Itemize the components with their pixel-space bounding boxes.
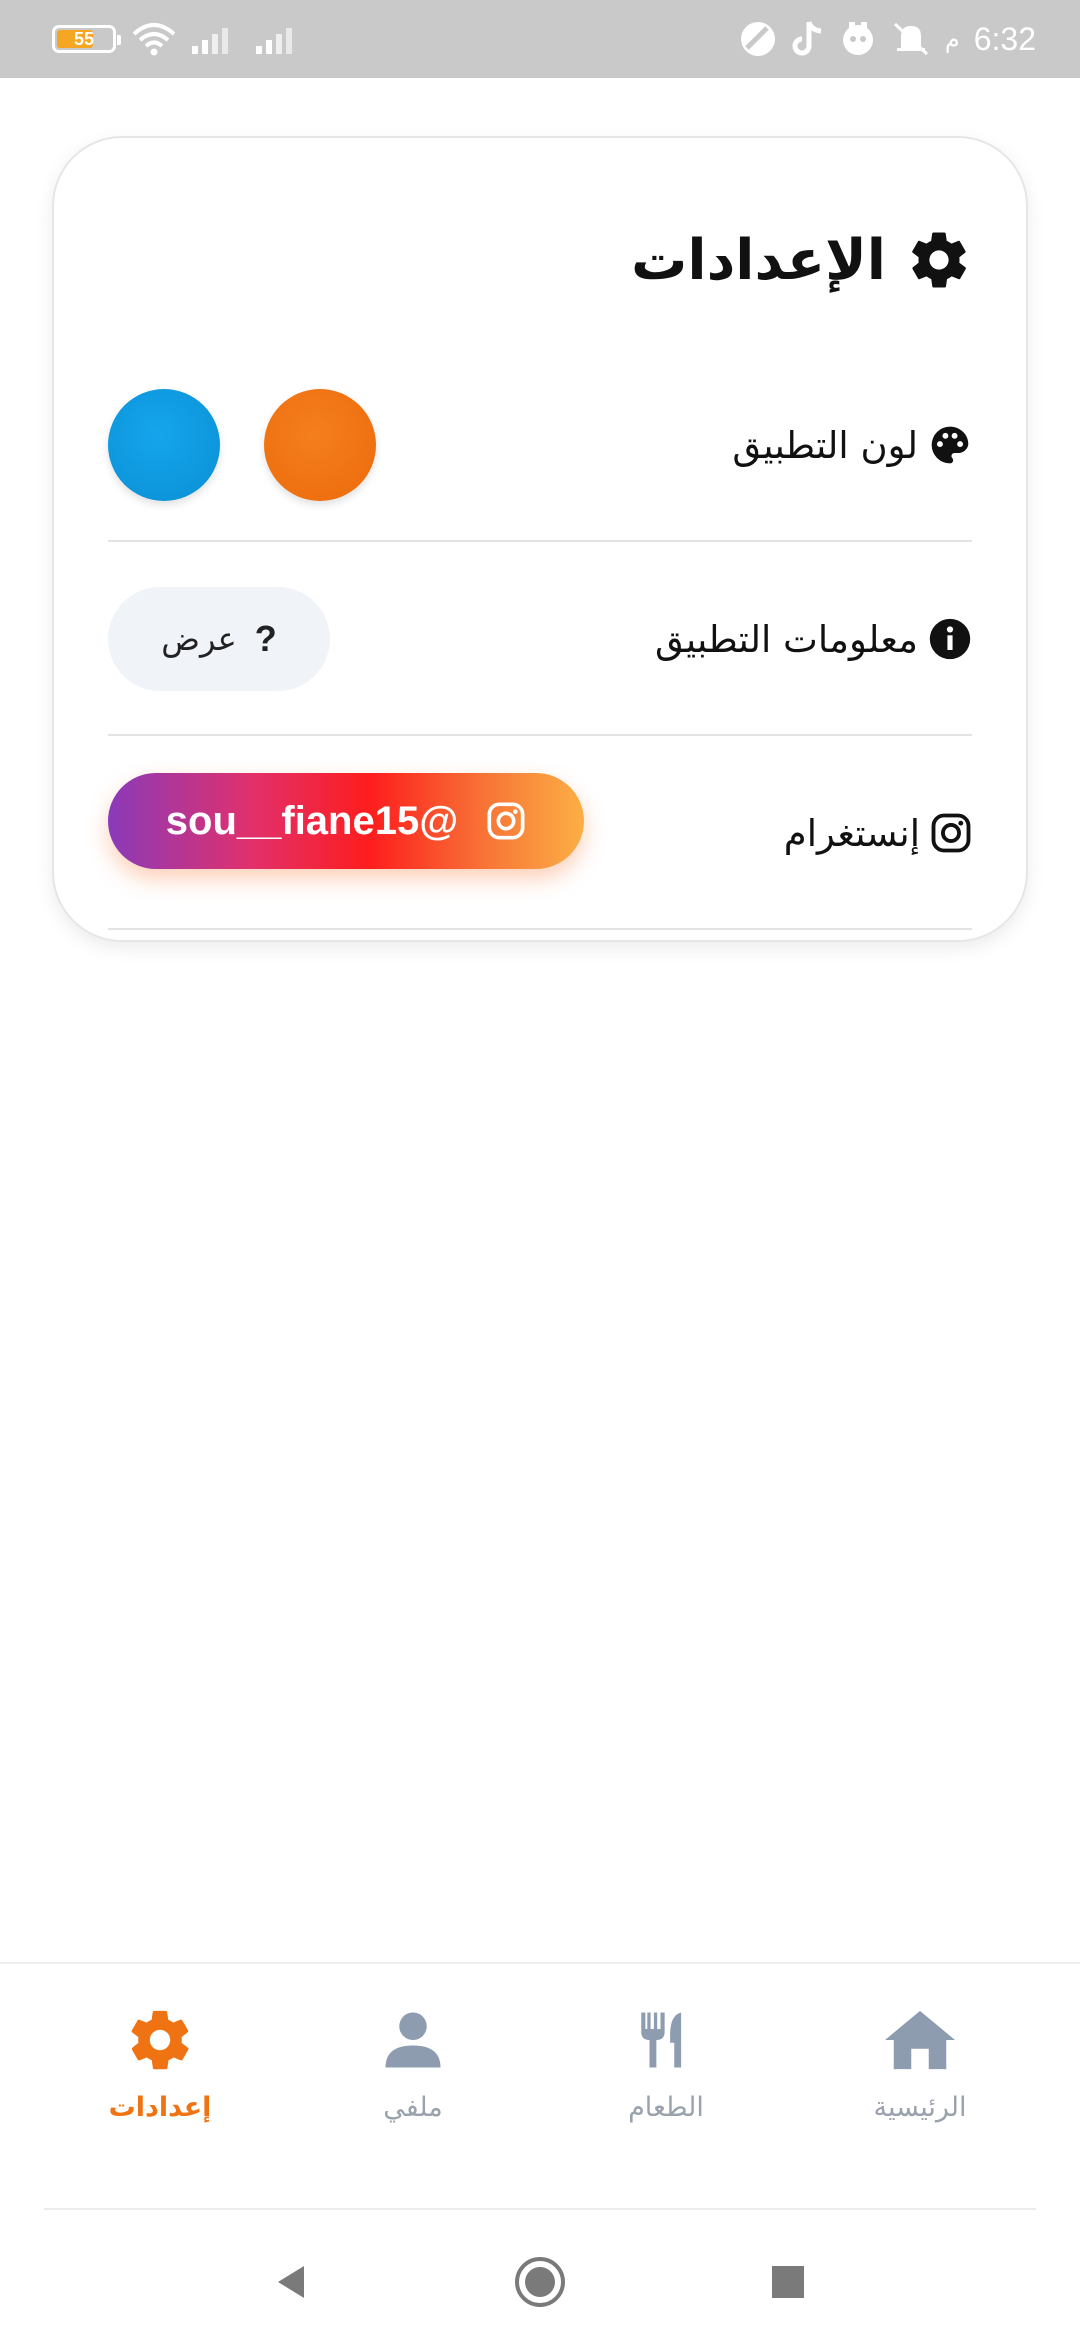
status-time: 6:32 xyxy=(973,20,1036,57)
page-title: الإعدادات xyxy=(631,227,886,293)
color-swatches xyxy=(108,350,376,540)
app-color-label-group: لون التطبيق xyxy=(732,350,972,540)
battery-level: 55 xyxy=(73,28,95,49)
back-triangle-icon xyxy=(278,2266,304,2298)
gear-icon xyxy=(912,232,966,288)
app-icon xyxy=(740,22,775,56)
instagram-actions: sou__fiane15@ xyxy=(108,738,584,928)
home-circle-icon xyxy=(515,2257,565,2307)
color-swatch-blue[interactable] xyxy=(108,389,220,501)
nav-label-home: الرئيسية xyxy=(873,2092,967,2123)
status-right-icons: م 6:32 xyxy=(739,0,1036,78)
instagram-icon xyxy=(931,813,971,853)
instagram-row: إنستغرام sou__fiane15@ xyxy=(108,738,972,930)
signal-icon xyxy=(256,28,292,54)
home-icon xyxy=(885,2010,955,2070)
back-button[interactable] xyxy=(250,2242,330,2322)
instagram-label-group: إنستغرام xyxy=(784,738,972,928)
nav-label-food: الطعام xyxy=(628,2092,704,2123)
info-icon xyxy=(929,618,971,660)
recents-button[interactable] xyxy=(748,2242,828,2322)
app-color-label: لون التطبيق xyxy=(732,423,918,467)
instagram-handle: sou__fiane15@ xyxy=(165,798,459,843)
show-info-button[interactable]: عرض ? xyxy=(108,587,330,691)
color-swatch-orange[interactable] xyxy=(264,389,376,501)
show-info-button-label: عرض xyxy=(161,620,237,658)
battery-icon: 55 xyxy=(52,25,121,53)
app-info-label: معلومات التطبيق xyxy=(655,617,918,661)
palette-icon xyxy=(931,426,969,464)
signal-icon xyxy=(192,28,228,54)
status-left-icons: 55 xyxy=(52,0,304,78)
app-info-label-group: معلومات التطبيق xyxy=(655,544,972,734)
nav-label-settings: إعدادات xyxy=(108,2092,212,2123)
nav-item-home[interactable]: الرئيسية xyxy=(810,2000,1030,2150)
system-nav-bar xyxy=(0,2210,1080,2340)
app-color-row: لون التطبيق xyxy=(108,350,972,542)
utensils-icon xyxy=(641,2012,682,2068)
home-system-button[interactable] xyxy=(500,2242,580,2322)
mute-icon xyxy=(893,22,928,56)
nav-item-food[interactable]: الطعام xyxy=(556,2000,776,2150)
question-icon: ? xyxy=(254,618,277,659)
instagram-label: إنستغرام xyxy=(783,811,920,855)
notification-icon xyxy=(842,22,873,55)
nav-label-profile: ملفي xyxy=(383,2092,443,2123)
bottom-nav: إعدادات ملفي الطعام الرئيسية xyxy=(0,1962,1080,2210)
instagram-link-button[interactable]: sou__fiane15@ xyxy=(108,773,584,869)
instagram-icon xyxy=(487,802,525,840)
nav-item-settings[interactable]: إعدادات xyxy=(50,2000,270,2150)
tiktok-icon xyxy=(792,21,822,56)
status-bar: 55 م 6:32 xyxy=(0,0,1080,78)
app-info-row: معلومات التطبيق عرض ? xyxy=(108,544,972,736)
app-info-actions: عرض ? xyxy=(108,544,330,734)
nav-item-profile[interactable]: ملفي xyxy=(303,2000,523,2150)
status-ampm: م xyxy=(944,25,960,53)
recents-square-icon xyxy=(772,2266,804,2298)
user-icon xyxy=(385,2012,441,2068)
settings-header: الإعدادات xyxy=(631,210,972,310)
settings-card: الإعدادات لون التطبيق معلومات التطبيق عر… xyxy=(52,136,1028,942)
gear-icon xyxy=(131,2010,189,2070)
wifi-icon xyxy=(132,23,176,56)
